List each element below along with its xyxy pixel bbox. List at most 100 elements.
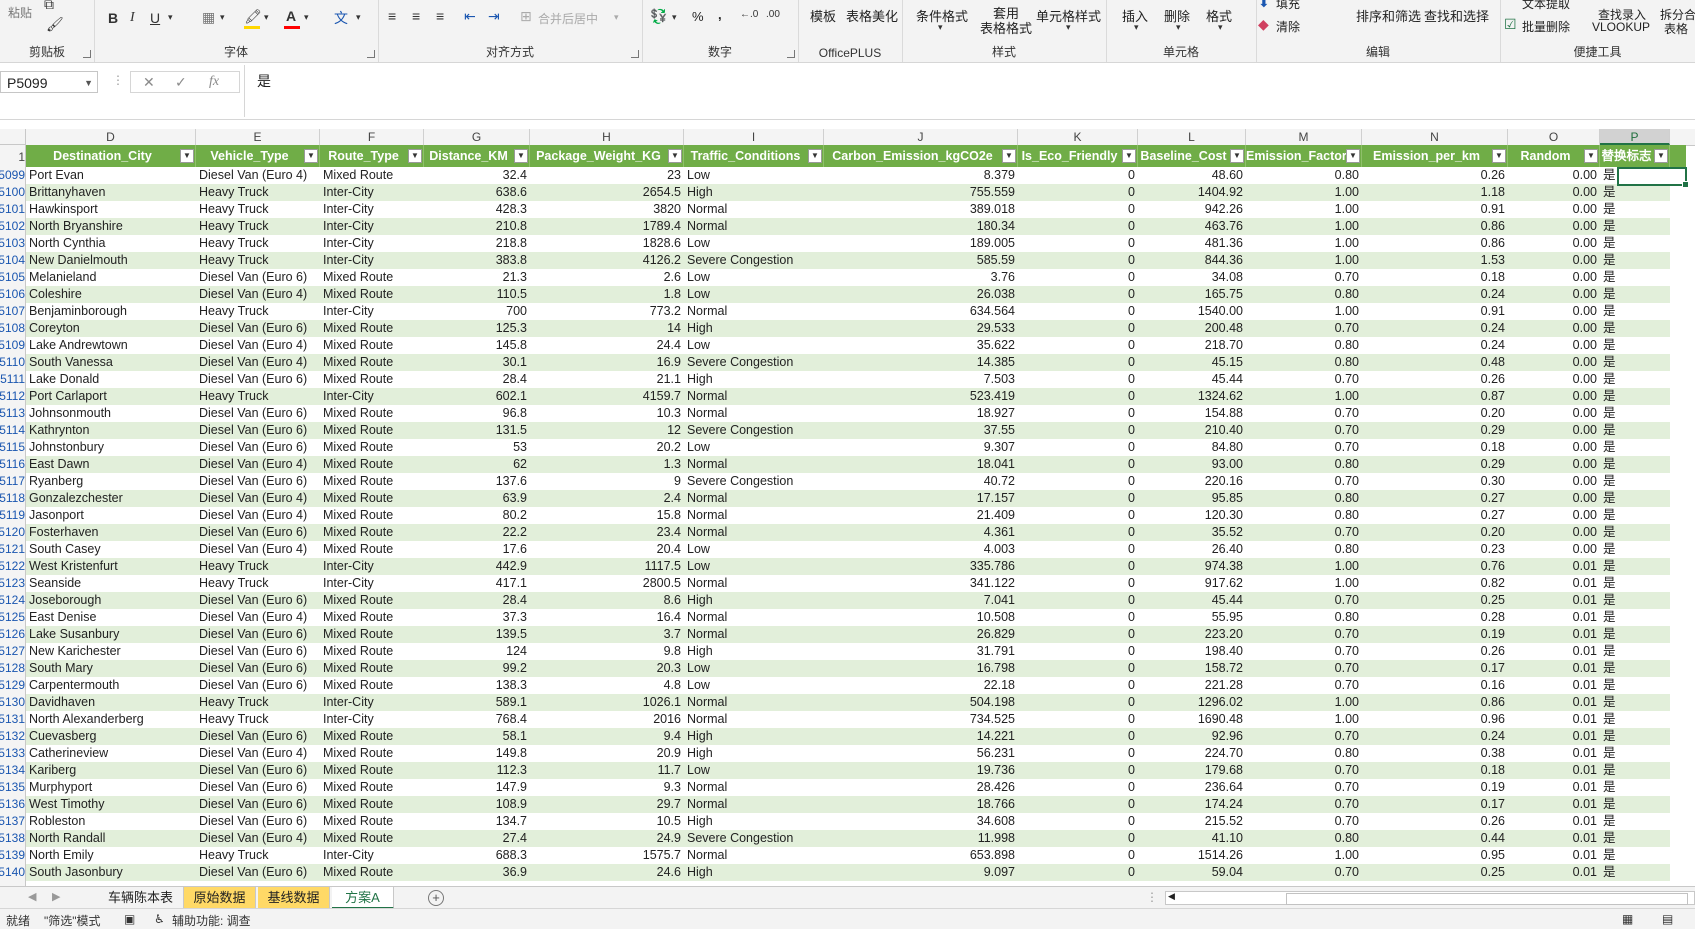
table-cell[interactable]: 0.19: [1362, 626, 1508, 643]
table-cell[interactable]: Mixed Route: [320, 677, 424, 694]
table-cell[interactable]: 0.82: [1362, 575, 1508, 592]
row-header[interactable]: 5137: [0, 813, 25, 830]
table-cell[interactable]: Diesel Van (Euro 6): [196, 524, 320, 541]
table-cell[interactable]: 1296.02: [1138, 694, 1246, 711]
table-cell[interactable]: 589.1: [424, 694, 530, 711]
table-cell[interactable]: 0.01: [1508, 643, 1600, 660]
table-cell[interactable]: 0: [1018, 439, 1138, 456]
row-header[interactable]: 5119: [0, 507, 25, 524]
table-cell[interactable]: 1324.62: [1138, 388, 1246, 405]
table-cell[interactable]: Mixed Route: [320, 813, 424, 830]
table-cell[interactable]: 0.00: [1508, 439, 1600, 456]
macro-record-icon[interactable]: ▣: [124, 912, 135, 926]
table-cell[interactable]: 0.70: [1246, 728, 1362, 745]
scroll-left-arrow-icon[interactable]: ◀: [1168, 891, 1175, 902]
table-cell[interactable]: 9.8: [530, 643, 684, 660]
table-cell[interactable]: 0.18: [1362, 269, 1508, 286]
table-cell[interactable]: Heavy Truck: [196, 558, 320, 575]
table-cell[interactable]: 是: [1600, 286, 1670, 303]
chevron-down-icon[interactable]: ▾: [168, 12, 173, 23]
table-cell[interactable]: Diesel Van (Euro 6): [196, 779, 320, 796]
table-cell[interactable]: Mixed Route: [320, 320, 424, 337]
table-cell[interactable]: 0.48: [1362, 354, 1508, 371]
table-cell[interactable]: 0.91: [1362, 201, 1508, 218]
table-cell[interactable]: 236.64: [1138, 779, 1246, 796]
table-cell[interactable]: 0.01: [1508, 660, 1600, 677]
table-cell[interactable]: 0.00: [1508, 541, 1600, 558]
table-cell[interactable]: 131.5: [424, 422, 530, 439]
filter-dropdown-icon[interactable]: ▼: [408, 149, 422, 163]
table-cell[interactable]: 0.96: [1362, 711, 1508, 728]
table-cell[interactable]: Low: [684, 337, 824, 354]
table-cell[interactable]: 145.8: [424, 337, 530, 354]
table-cell[interactable]: Normal: [684, 694, 824, 711]
table-cell[interactable]: Normal: [684, 779, 824, 796]
table-cell[interactable]: South Jasonbury: [26, 864, 196, 881]
table-cell[interactable]: 是: [1600, 303, 1670, 320]
bold-icon[interactable]: B: [108, 10, 118, 26]
insert-function-icon[interactable]: fx: [209, 74, 219, 90]
table-cell[interactable]: 0: [1018, 337, 1138, 354]
table-cell[interactable]: 0.01: [1508, 626, 1600, 643]
table-cell[interactable]: 1026.1: [530, 694, 684, 711]
column-header-l[interactable]: L: [1138, 129, 1246, 145]
table-cell[interactable]: 0.00: [1508, 473, 1600, 490]
table-cell[interactable]: 是: [1600, 643, 1670, 660]
table-cell[interactable]: 0.80: [1246, 337, 1362, 354]
table-cell[interactable]: 125.3: [424, 320, 530, 337]
table-cell[interactable]: 0.29: [1362, 422, 1508, 439]
table-cell[interactable]: Low: [684, 167, 824, 184]
status-accessibility[interactable]: 辅助功能: 调查: [172, 912, 251, 929]
table-cell[interactable]: 0.26: [1362, 167, 1508, 184]
table-cell[interactable]: Normal: [684, 218, 824, 235]
table-cell[interactable]: Mixed Route: [320, 728, 424, 745]
table-cell[interactable]: Davidhaven: [26, 694, 196, 711]
table-cell[interactable]: Normal: [684, 609, 824, 626]
table-cell[interactable]: Mixed Route: [320, 286, 424, 303]
table-cell[interactable]: 96.8: [424, 405, 530, 422]
table-cell[interactable]: Inter-City: [320, 388, 424, 405]
table-cell[interactable]: 0.00: [1508, 405, 1600, 422]
table-cell[interactable]: 1.00: [1246, 218, 1362, 235]
table-cell[interactable]: 58.1: [424, 728, 530, 745]
header-cell[interactable]: Package_Weight_KG ▼: [530, 145, 684, 167]
table-cell[interactable]: 844.36: [1138, 252, 1246, 269]
table-cell[interactable]: 0: [1018, 286, 1138, 303]
table-cell[interactable]: 0.19: [1362, 779, 1508, 796]
table-cell[interactable]: 26.40: [1138, 541, 1246, 558]
table-cell[interactable]: 389.018: [824, 201, 1018, 218]
table-cell[interactable]: 0.86: [1362, 694, 1508, 711]
table-cell[interactable]: 700: [424, 303, 530, 320]
row-header[interactable]: 5130: [0, 694, 25, 711]
table-cell[interactable]: 0.00: [1508, 490, 1600, 507]
table-cell[interactable]: 0.01: [1508, 609, 1600, 626]
table-cell[interactable]: 0: [1018, 847, 1138, 864]
table-cell[interactable]: 0.00: [1508, 269, 1600, 286]
table-cell[interactable]: 1404.92: [1138, 184, 1246, 201]
table-cell[interactable]: Mixed Route: [320, 643, 424, 660]
table-cell[interactable]: 1540.00: [1138, 303, 1246, 320]
row-header[interactable]: 5112: [0, 388, 25, 405]
table-cell[interactable]: 200.48: [1138, 320, 1246, 337]
table-cell[interactable]: 0: [1018, 201, 1138, 218]
filter-dropdown-icon[interactable]: ▼: [514, 149, 528, 163]
table-cell[interactable]: High: [684, 728, 824, 745]
table-cell[interactable]: 是: [1600, 745, 1670, 762]
table-cell[interactable]: 0: [1018, 473, 1138, 490]
table-cell[interactable]: Coreyton: [26, 320, 196, 337]
table-cell[interactable]: Normal: [684, 626, 824, 643]
table-cell[interactable]: Robleston: [26, 813, 196, 830]
table-cell[interactable]: 734.525: [824, 711, 1018, 728]
table-cell[interactable]: New Karichester: [26, 643, 196, 660]
table-cell[interactable]: 0.70: [1246, 592, 1362, 609]
table-cell[interactable]: 0.70: [1246, 779, 1362, 796]
table-cell[interactable]: Inter-City: [320, 235, 424, 252]
table-cell[interactable]: Heavy Truck: [196, 694, 320, 711]
table-cell[interactable]: 158.72: [1138, 660, 1246, 677]
increase-indent-icon[interactable]: ⇥: [488, 8, 500, 25]
align-left-icon[interactable]: ≡: [388, 8, 396, 24]
table-cell[interactable]: 0.30: [1362, 473, 1508, 490]
table-cell[interactable]: 504.198: [824, 694, 1018, 711]
table-cell[interactable]: 0.70: [1246, 813, 1362, 830]
row-header[interactable]: 5133: [0, 745, 25, 762]
